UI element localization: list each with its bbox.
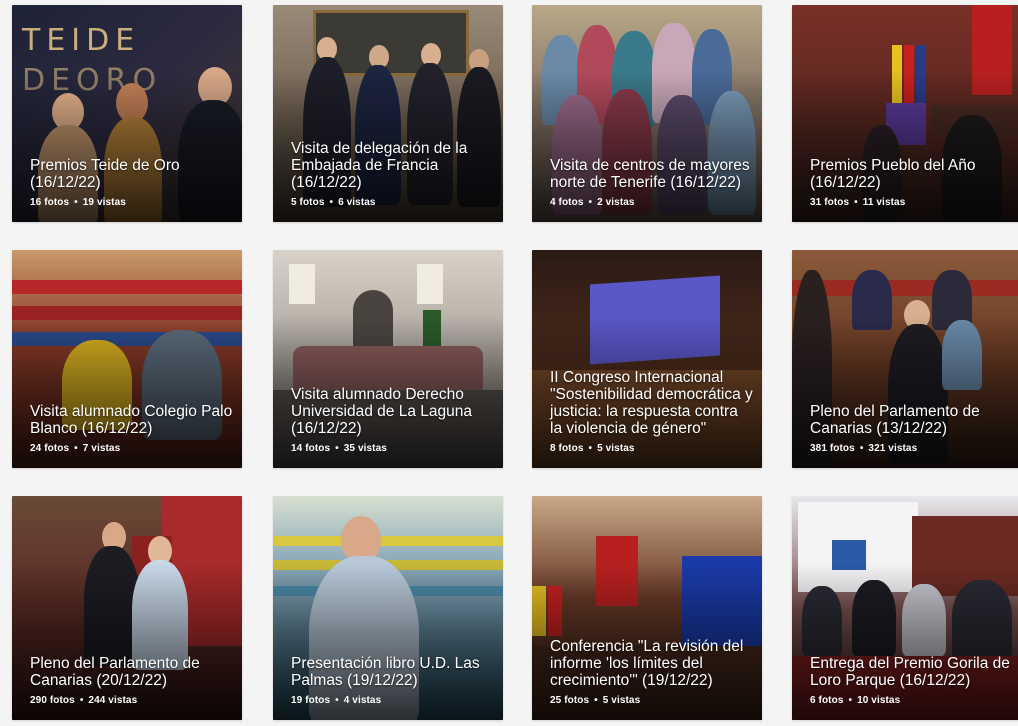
album-info: Presentación libro U.D. Las Palmas (19/1… bbox=[291, 655, 495, 706]
photo-count: 19 fotos bbox=[291, 695, 331, 706]
album-info: Premios Pueblo del Año (16/12/22) 31 fot… bbox=[810, 157, 1014, 208]
album-stats: 19 fotos • 4 vistas bbox=[291, 695, 382, 706]
view-count: 5 vistas bbox=[602, 695, 641, 706]
album-title: Conferencia "La revisión del informe 'lo… bbox=[550, 638, 744, 689]
album-card[interactable]: II Congreso Internacional "Sostenibilida… bbox=[532, 250, 762, 468]
album-info: Conferencia "La revisión del informe 'lo… bbox=[550, 638, 754, 706]
album-title: Pleno del Parlamento de Canarias (13/12/… bbox=[810, 403, 980, 437]
album-stats: 16 fotos • 19 vistas bbox=[30, 197, 126, 208]
album-card[interactable]: Visita de centros de mayores norte de Te… bbox=[532, 5, 762, 222]
view-count: 7 vistas bbox=[82, 443, 121, 454]
photo-count: 4 fotos bbox=[550, 197, 584, 208]
album-card[interactable]: Entrega del Premio Gorila de Loro Parque… bbox=[792, 496, 1018, 720]
album-stats: 24 fotos • 7 vistas bbox=[30, 443, 121, 454]
view-count: 11 vistas bbox=[862, 197, 906, 208]
view-count: 6 vistas bbox=[338, 197, 376, 208]
photo-count: 25 fotos bbox=[550, 695, 590, 706]
album-stats: 290 fotos • 244 vistas bbox=[30, 695, 138, 706]
album-stats: 14 fotos • 35 vistas bbox=[291, 443, 387, 454]
photo-count: 8 fotos bbox=[550, 443, 584, 454]
photo-count: 14 fotos bbox=[291, 443, 331, 454]
album-card[interactable]: Pleno del Parlamento de Canarias (13/12/… bbox=[792, 250, 1018, 468]
album-card[interactable]: Visita alumnado Derecho Universidad de L… bbox=[273, 250, 503, 468]
album-card[interactable]: Presentación libro U.D. Las Palmas (19/1… bbox=[273, 496, 503, 720]
photo-count: 16 fotos bbox=[30, 197, 70, 208]
view-count: 2 vistas bbox=[597, 197, 635, 208]
album-stats: 5 fotos • 6 vistas bbox=[291, 197, 376, 208]
view-count: 10 vistas bbox=[857, 695, 901, 706]
photo-count: 24 fotos bbox=[30, 443, 70, 454]
album-info: Visita alumnado Derecho Universidad de L… bbox=[291, 386, 495, 454]
album-stats: 4 fotos • 2 vistas bbox=[550, 197, 635, 208]
album-card[interactable]: Visita alumnado Colegio Palo Blanco (16/… bbox=[12, 250, 242, 468]
view-count: 244 vistas bbox=[88, 695, 138, 706]
photo-count: 6 fotos bbox=[810, 695, 844, 706]
album-info: II Congreso Internacional "Sostenibilida… bbox=[550, 369, 754, 454]
album-title: Visita alumnado Derecho Universidad de L… bbox=[291, 386, 472, 437]
view-count: 19 vistas bbox=[82, 197, 126, 208]
album-info: Premios Teide de Oro (16/12/22) 16 fotos… bbox=[30, 157, 234, 208]
album-card[interactable]: Conferencia "La revisión del informe 'lo… bbox=[532, 496, 762, 720]
album-stats: 381 fotos • 321 vistas bbox=[810, 443, 918, 454]
album-title: Premios Pueblo del Año (16/12/22) bbox=[810, 157, 976, 191]
view-count: 5 vistas bbox=[597, 443, 635, 454]
album-stats: 31 fotos • 11 vistas bbox=[810, 197, 906, 208]
album-title: Visita de centros de mayores norte de Te… bbox=[550, 157, 750, 191]
album-title: Pleno del Parlamento de Canarias (20/12/… bbox=[30, 655, 200, 689]
album-title: II Congreso Internacional "Sostenibilida… bbox=[550, 369, 753, 437]
album-info: Pleno del Parlamento de Canarias (13/12/… bbox=[810, 403, 1014, 454]
album-title: Presentación libro U.D. Las Palmas (19/1… bbox=[291, 655, 480, 689]
view-count: 4 vistas bbox=[343, 695, 382, 706]
album-info: Visita de delegación de la Embajada de F… bbox=[291, 140, 495, 208]
album-stats: 6 fotos • 10 vistas bbox=[810, 695, 901, 706]
view-count: 35 vistas bbox=[343, 443, 387, 454]
photo-count: 290 fotos bbox=[30, 695, 75, 706]
album-stats: 25 fotos • 5 vistas bbox=[550, 695, 641, 706]
view-count: 321 vistas bbox=[868, 443, 918, 454]
album-info: Entrega del Premio Gorila de Loro Parque… bbox=[810, 655, 1014, 706]
album-info: Pleno del Parlamento de Canarias (20/12/… bbox=[30, 655, 234, 706]
album-card[interactable]: Pleno del Parlamento de Canarias (20/12/… bbox=[12, 496, 242, 720]
album-title: Premios Teide de Oro (16/12/22) bbox=[30, 157, 180, 191]
album-stats: 8 fotos • 5 vistas bbox=[550, 443, 635, 454]
album-title: Entrega del Premio Gorila de Loro Parque… bbox=[810, 655, 1010, 689]
album-title: Visita de delegación de la Embajada de F… bbox=[291, 140, 468, 191]
photo-count: 31 fotos bbox=[810, 197, 850, 208]
album-info: Visita de centros de mayores norte de Te… bbox=[550, 157, 754, 208]
photo-count: 381 fotos bbox=[810, 443, 855, 454]
album-title: Visita alumnado Colegio Palo Blanco (16/… bbox=[30, 403, 233, 437]
album-gallery: TEIDE DEORO Premios Teide de Oro (16/12/… bbox=[0, 0, 1018, 726]
album-info: Visita alumnado Colegio Palo Blanco (16/… bbox=[30, 403, 234, 454]
photo-count: 5 fotos bbox=[291, 197, 325, 208]
album-card[interactable]: Visita de delegación de la Embajada de F… bbox=[273, 5, 503, 222]
album-card[interactable]: Premios Pueblo del Año (16/12/22) 31 fot… bbox=[792, 5, 1018, 222]
album-card[interactable]: TEIDE DEORO Premios Teide de Oro (16/12/… bbox=[12, 5, 242, 222]
